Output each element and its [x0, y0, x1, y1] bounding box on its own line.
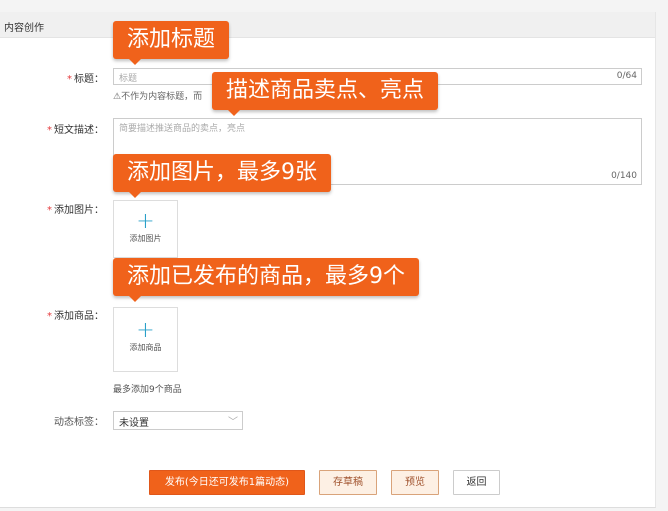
callout-add-images: 添加图片，最多9张	[113, 154, 331, 198]
tag-select[interactable]: 未设置 ﹀	[113, 411, 243, 430]
add-image-text: 添加图片	[129, 234, 162, 243]
publish-button[interactable]: 发布(今日还可发布1篇动态)	[149, 470, 305, 495]
title-counter: 0/64	[616, 71, 637, 81]
add-image-button[interactable]: + 添加图片	[113, 200, 178, 258]
plus-icon: +	[136, 318, 155, 343]
tag-label: 动态标签：	[54, 417, 104, 428]
required-mark: *	[67, 74, 72, 85]
desc-label-text: 短文描述：	[54, 125, 104, 136]
tag-select-value: 未设置	[119, 418, 149, 429]
plus-icon: +	[136, 209, 155, 234]
chevron-down-icon: ﹀	[228, 417, 238, 428]
title-hint: ⚠不作为内容标题，而	[113, 92, 203, 102]
desc-label: * 短文描述：	[47, 121, 104, 136]
desc-counter: 0/140	[611, 171, 637, 181]
add-product-text: 添加商品	[129, 343, 162, 352]
back-button[interactable]: 返回	[453, 470, 500, 495]
preview-button[interactable]: 预览	[391, 470, 439, 495]
save-draft-button[interactable]: 存草稿	[319, 470, 377, 495]
title-label: * 标题：	[67, 70, 104, 85]
products-label-text: 添加商品：	[54, 311, 104, 322]
callout-add-products: 添加已发布的商品，最多9个	[113, 258, 419, 302]
required-mark: *	[47, 125, 52, 136]
add-product-button[interactable]: + 添加商品	[113, 307, 178, 372]
images-label: * 添加图片：	[47, 201, 104, 216]
required-mark: *	[47, 311, 52, 322]
products-hint: 最多添加9个商品	[113, 385, 182, 395]
callout-add-title: 添加标题	[113, 21, 230, 65]
panel-header: 内容创作	[0, 12, 655, 38]
callout-describe: 描述商品卖点、亮点	[212, 72, 439, 116]
title-placeholder: 标题	[119, 74, 138, 84]
desc-placeholder: 简要描述推送商品的卖点，亮点	[119, 124, 246, 134]
products-label: * 添加商品：	[47, 307, 104, 322]
title-label-text: 标题：	[74, 74, 104, 85]
required-mark: *	[47, 205, 52, 216]
images-label-text: 添加图片：	[54, 205, 104, 216]
